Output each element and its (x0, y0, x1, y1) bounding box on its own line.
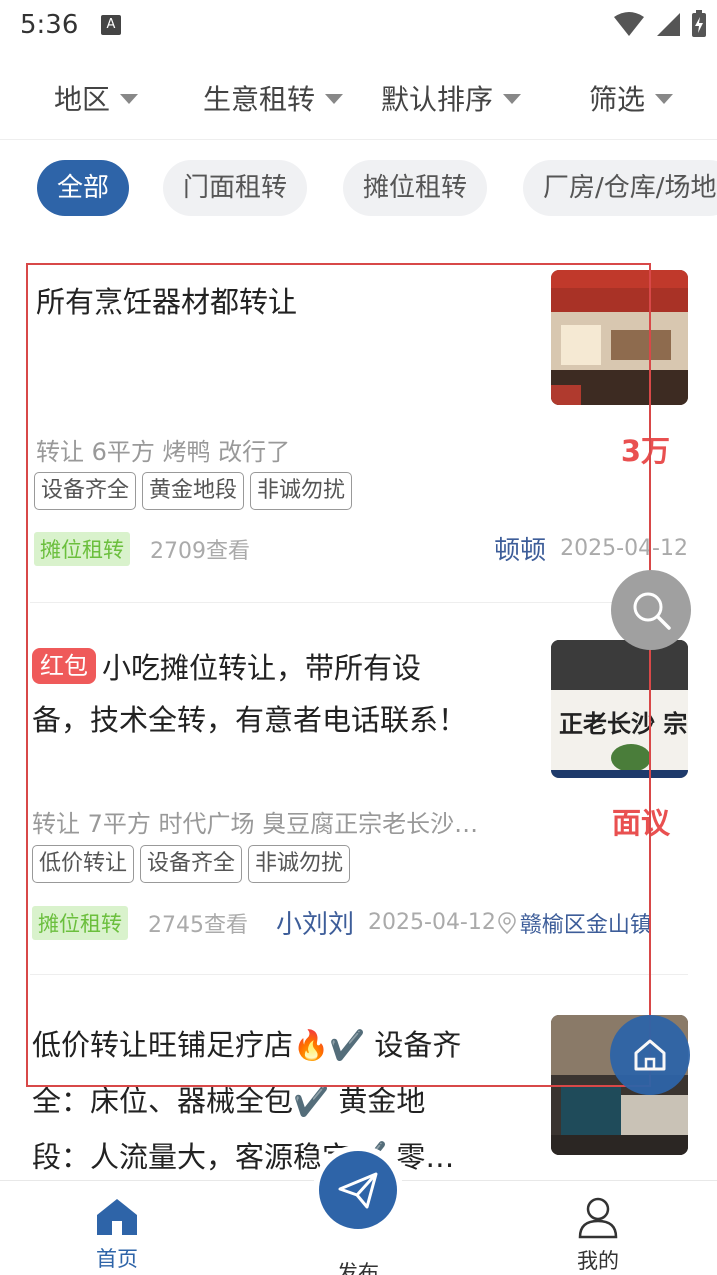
listing-tags: 低价转让 设备齐全 非诚勿扰 (32, 845, 351, 883)
home-icon (634, 1039, 666, 1071)
divider (30, 602, 688, 603)
tag: 设备齐全 (34, 472, 137, 510)
snack-stall-image: 正老长沙 宗 (551, 640, 688, 778)
listing-thumbnail (551, 270, 688, 405)
location-pin-icon (498, 911, 516, 934)
filter-bar: 地区 生意租转 默认排序 筛选 (0, 60, 717, 140)
floating-home-button[interactable] (610, 1015, 690, 1095)
tag: 非诚勿扰 (250, 472, 353, 510)
red-packet-badge: 红包 (32, 648, 96, 684)
chip-storefront-transfer[interactable]: 门面租转 (163, 160, 308, 216)
roast-duck-shop-image (551, 270, 688, 405)
tag: 黄金地段 (142, 472, 245, 510)
filter-sort-label: 默认排序 (381, 83, 494, 116)
caret-down-icon (120, 94, 139, 104)
listing-title-line: 小吃摊位转让，带所有设 (102, 651, 422, 685)
chip-all[interactable]: 全部 (37, 160, 130, 216)
listing-price: 3万 (620, 434, 670, 468)
filter-region-dropdown[interactable]: 地区 (54, 78, 139, 118)
chip-stall-transfer[interactable]: 摊位租转 (343, 160, 488, 216)
listing-views: 2745查看 (148, 912, 248, 938)
filter-screen-label: 筛选 (589, 83, 646, 116)
nav-mine-label: 我的 (577, 1249, 619, 1273)
caret-down-icon (503, 94, 522, 104)
nav-mine[interactable]: 我的 (538, 1197, 658, 1275)
tag: 非诚勿扰 (248, 845, 351, 883)
caret-down-icon (655, 94, 674, 104)
floating-search-button[interactable] (611, 570, 691, 650)
user-icon (578, 1197, 618, 1239)
listing-thumbnail: 正老长沙 宗 (551, 640, 688, 778)
nav-home-label: 首页 (96, 1247, 138, 1271)
listing-title-line: 全：床位、器械全包✔️ 黄金地 (32, 1084, 426, 1118)
listing-meta: 摊位租转 2745查看 小刘刘 2025-04-12 赣榆区金山镇 (32, 904, 688, 941)
divider (30, 974, 688, 975)
filter-sort-dropdown[interactable]: 默认排序 (381, 78, 522, 118)
nav-home[interactable]: 首页 (57, 1197, 177, 1273)
listing-title-line: 备，技术全转，有意者电话联系！ (32, 703, 468, 737)
nav-publish[interactable]: 发布 (298, 1251, 418, 1275)
listing-tags: 设备齐全 黄金地段 非诚勿扰 (34, 472, 353, 510)
search-icon (633, 592, 671, 630)
listing-title: 红包 小吃摊位转让，带所有设 备，技术全转，有意者电话联系！ (32, 642, 492, 746)
chip-factory-warehouse[interactable]: 厂房/仓库/场地 (523, 160, 717, 216)
listing-date: 2025-04-12 (560, 536, 688, 561)
listing-meta: 摊位租转 2709查看 顿顿 2025-04-12 (34, 530, 688, 567)
listing-title: 所有烹饪器材都转让 (36, 285, 298, 319)
listing-type-badge: 摊位租转 (32, 905, 128, 940)
listing-title-line: 低价转让旺铺足疗店🔥✔️ 设备齐 (32, 1028, 462, 1062)
battery-charging-icon (692, 10, 706, 37)
listing-price: 面议 (611, 806, 670, 840)
listing-type-badge: 摊位租转 (34, 531, 130, 566)
listing-card[interactable]: 红包 小吃摊位转让，带所有设 备，技术全转，有意者电话联系！ 正老长沙 宗 转让 … (30, 640, 688, 970)
caret-down-icon (325, 94, 344, 104)
status-time: 5:36 (20, 10, 79, 40)
listing-date: 2025-04-12 (368, 910, 496, 935)
tag: 低价转让 (32, 845, 135, 883)
signal-icon (657, 13, 680, 36)
wifi-icon (614, 12, 644, 36)
category-chips: 全部 门面租转 摊位租转 厂房/仓库/场地 (0, 160, 717, 220)
filter-screen-dropdown[interactable]: 筛选 (589, 78, 674, 118)
notification-app-icon: A (101, 15, 121, 35)
filter-business-dropdown[interactable]: 生意租转 (203, 78, 344, 118)
sign-text: 正老长沙 宗 (559, 710, 687, 738)
listing-title-line: 段：人流量大，客源稳定✔️ 零… (32, 1140, 455, 1174)
listing-description: 转让 7平方 时代广场 臭豆腐正宗老长沙… (32, 810, 479, 838)
status-bar: 5:36 A (0, 0, 717, 52)
filter-region-label: 地区 (54, 83, 111, 116)
listing-views: 2709查看 (150, 538, 250, 564)
filter-business-label: 生意租转 (203, 83, 316, 116)
status-icons (613, 10, 707, 38)
listing-author[interactable]: 小刘刘 (276, 904, 354, 941)
listing-title: 低价转让旺铺足疗店🔥✔️ 设备齐 全：床位、器械全包✔️ 黄金地 段：人流量大，… (32, 1017, 532, 1175)
listing-author[interactable]: 顿顿 (494, 530, 546, 567)
listing-card[interactable]: 所有烹饪器材都转让 转让 6平方 烤鸭 改行了 3万 设备齐全 黄金地段 非诚勿… (30, 270, 688, 600)
listing-description: 转让 6平方 烤鸭 改行了 (36, 438, 291, 466)
publish-button[interactable] (313, 1145, 403, 1235)
nav-publish-label: 发布 (337, 1261, 379, 1275)
tag: 设备齐全 (140, 845, 243, 883)
home-filled-icon (97, 1199, 137, 1235)
listing-location: 赣榆区金山镇 (519, 912, 652, 938)
send-plane-icon (338, 1172, 378, 1209)
